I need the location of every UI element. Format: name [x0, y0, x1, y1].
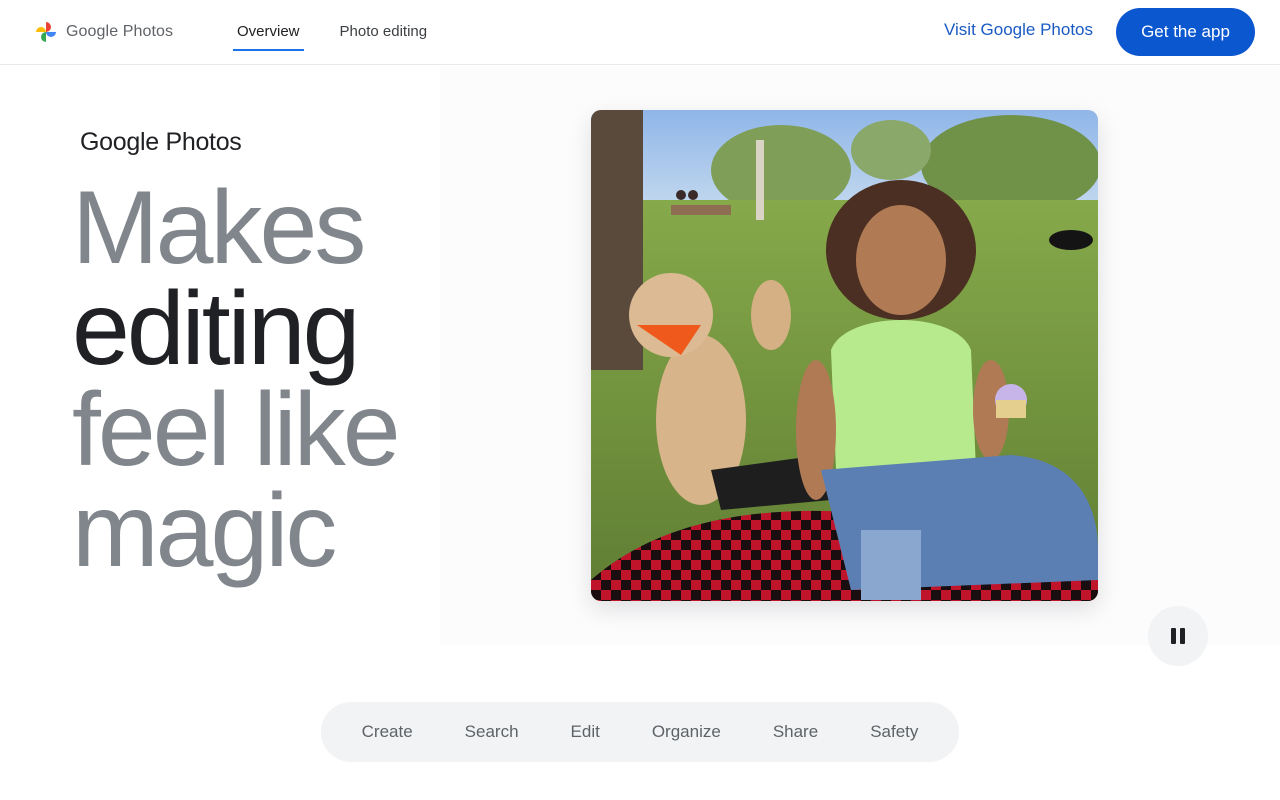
- hero-brand: Google Photos: [80, 128, 242, 156]
- headline-line-2: editing: [72, 271, 360, 387]
- tab-edit[interactable]: Edit: [547, 712, 624, 752]
- pause-icon: [1171, 628, 1185, 644]
- tab-create[interactable]: Create: [338, 712, 437, 752]
- site-header: Google Photos Overview Photo editing Vis…: [0, 0, 1280, 65]
- nav-overview[interactable]: Overview: [233, 0, 304, 64]
- logo-text: Google Photos: [66, 23, 174, 40]
- park-photo-illustration: [591, 110, 1098, 601]
- tab-search[interactable]: Search: [441, 712, 543, 752]
- nav-photo-editing[interactable]: Photo editing: [336, 0, 432, 64]
- get-the-app-button[interactable]: Get the app: [1116, 8, 1255, 56]
- pinwheel-icon: [36, 22, 56, 42]
- headline-line-1: Makes: [72, 170, 366, 286]
- visit-google-photos-link[interactable]: Visit Google Photos: [944, 20, 1093, 40]
- headline-line-3: feel like: [72, 372, 401, 488]
- tab-safety[interactable]: Safety: [846, 712, 942, 752]
- pause-button[interactable]: [1148, 606, 1208, 666]
- google-photos-logo[interactable]: Google Photos: [34, 20, 173, 44]
- hero-headline: Makes editing feel like magic: [72, 170, 401, 589]
- hero-photo: [591, 110, 1098, 601]
- tab-organize[interactable]: Organize: [628, 712, 745, 752]
- feature-tabs: Create Search Edit Organize Share Safety: [321, 702, 959, 762]
- top-nav: Overview Photo editing: [233, 0, 431, 64]
- headline-line-4: magic: [72, 473, 337, 589]
- tab-share[interactable]: Share: [749, 712, 842, 752]
